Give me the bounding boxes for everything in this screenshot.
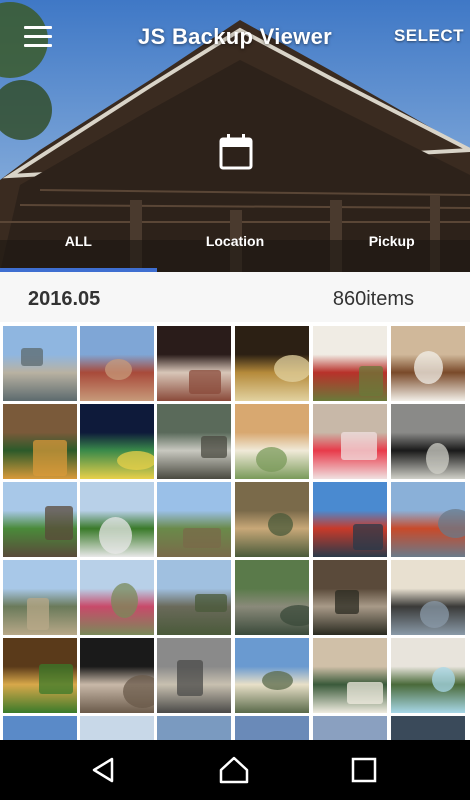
photo-thumbnail[interactable] bbox=[3, 326, 77, 401]
photo-thumbnail[interactable] bbox=[391, 638, 465, 713]
photo-thumbnail[interactable] bbox=[157, 326, 231, 401]
photo-thumbnail[interactable] bbox=[235, 560, 309, 635]
photo-thumbnail[interactable] bbox=[157, 638, 231, 713]
photo-thumbnail[interactable] bbox=[313, 638, 387, 713]
photo-thumbnail[interactable] bbox=[391, 716, 465, 740]
tab-all[interactable]: ALL bbox=[0, 226, 157, 272]
photo-thumbnail[interactable] bbox=[235, 716, 309, 740]
tab-location[interactable]: Location bbox=[157, 226, 314, 272]
header-banner: JS Backup Viewer SELECT ALL Location Pic… bbox=[0, 0, 470, 272]
month-section-header: 2016.05 860items bbox=[0, 272, 470, 323]
photo-thumbnail[interactable] bbox=[235, 638, 309, 713]
photo-thumbnail[interactable] bbox=[313, 326, 387, 401]
photo-thumbnail[interactable] bbox=[80, 482, 154, 557]
photo-thumbnail[interactable] bbox=[235, 404, 309, 479]
photo-thumbnail[interactable] bbox=[157, 482, 231, 557]
select-button[interactable]: SELECT bbox=[394, 26, 464, 46]
photo-thumbnail[interactable] bbox=[391, 560, 465, 635]
calendar-icon[interactable] bbox=[218, 133, 254, 171]
photo-thumbnail[interactable] bbox=[391, 482, 465, 557]
photo-thumbnail[interactable] bbox=[80, 326, 154, 401]
back-triangle-icon[interactable] bbox=[88, 756, 120, 784]
photo-thumbnail[interactable] bbox=[157, 716, 231, 740]
tab-pickup[interactable]: Pickup bbox=[313, 226, 470, 272]
tab-pickup-label: Pickup bbox=[368, 233, 415, 249]
tab-all-label: ALL bbox=[64, 233, 92, 249]
photo-thumbnail[interactable] bbox=[80, 638, 154, 713]
photo-thumbnail[interactable] bbox=[80, 404, 154, 479]
photo-thumbnail[interactable] bbox=[3, 482, 77, 557]
photo-thumbnail[interactable] bbox=[80, 560, 154, 635]
section-item-count: 860items bbox=[332, 288, 414, 310]
home-icon[interactable] bbox=[218, 756, 250, 784]
photo-thumbnail[interactable] bbox=[235, 482, 309, 557]
tab-location-label: Location bbox=[205, 233, 265, 249]
photo-grid bbox=[0, 322, 470, 740]
photo-thumbnail[interactable] bbox=[313, 560, 387, 635]
photo-thumbnail[interactable] bbox=[157, 560, 231, 635]
photo-thumbnail[interactable] bbox=[80, 716, 154, 740]
photo-thumbnail[interactable] bbox=[3, 404, 77, 479]
photo-thumbnail[interactable] bbox=[313, 716, 387, 740]
system-navigation-bar bbox=[0, 740, 470, 800]
photo-thumbnail[interactable] bbox=[3, 560, 77, 635]
photo-thumbnail[interactable] bbox=[313, 482, 387, 557]
photo-thumbnail[interactable] bbox=[391, 326, 465, 401]
tab-bar: ALL Location Pickup bbox=[0, 226, 470, 272]
photo-thumbnail[interactable] bbox=[157, 404, 231, 479]
section-date: 2016.05 bbox=[28, 288, 101, 310]
photo-thumbnail[interactable] bbox=[313, 404, 387, 479]
photo-thumbnail[interactable] bbox=[391, 404, 465, 479]
photo-thumbnail[interactable] bbox=[235, 326, 309, 401]
photo-thumbnail[interactable] bbox=[3, 716, 77, 740]
photo-thumbnail[interactable] bbox=[3, 638, 77, 713]
app-bar: JS Backup Viewer SELECT bbox=[0, 0, 470, 70]
recents-square-icon[interactable] bbox=[348, 756, 380, 784]
